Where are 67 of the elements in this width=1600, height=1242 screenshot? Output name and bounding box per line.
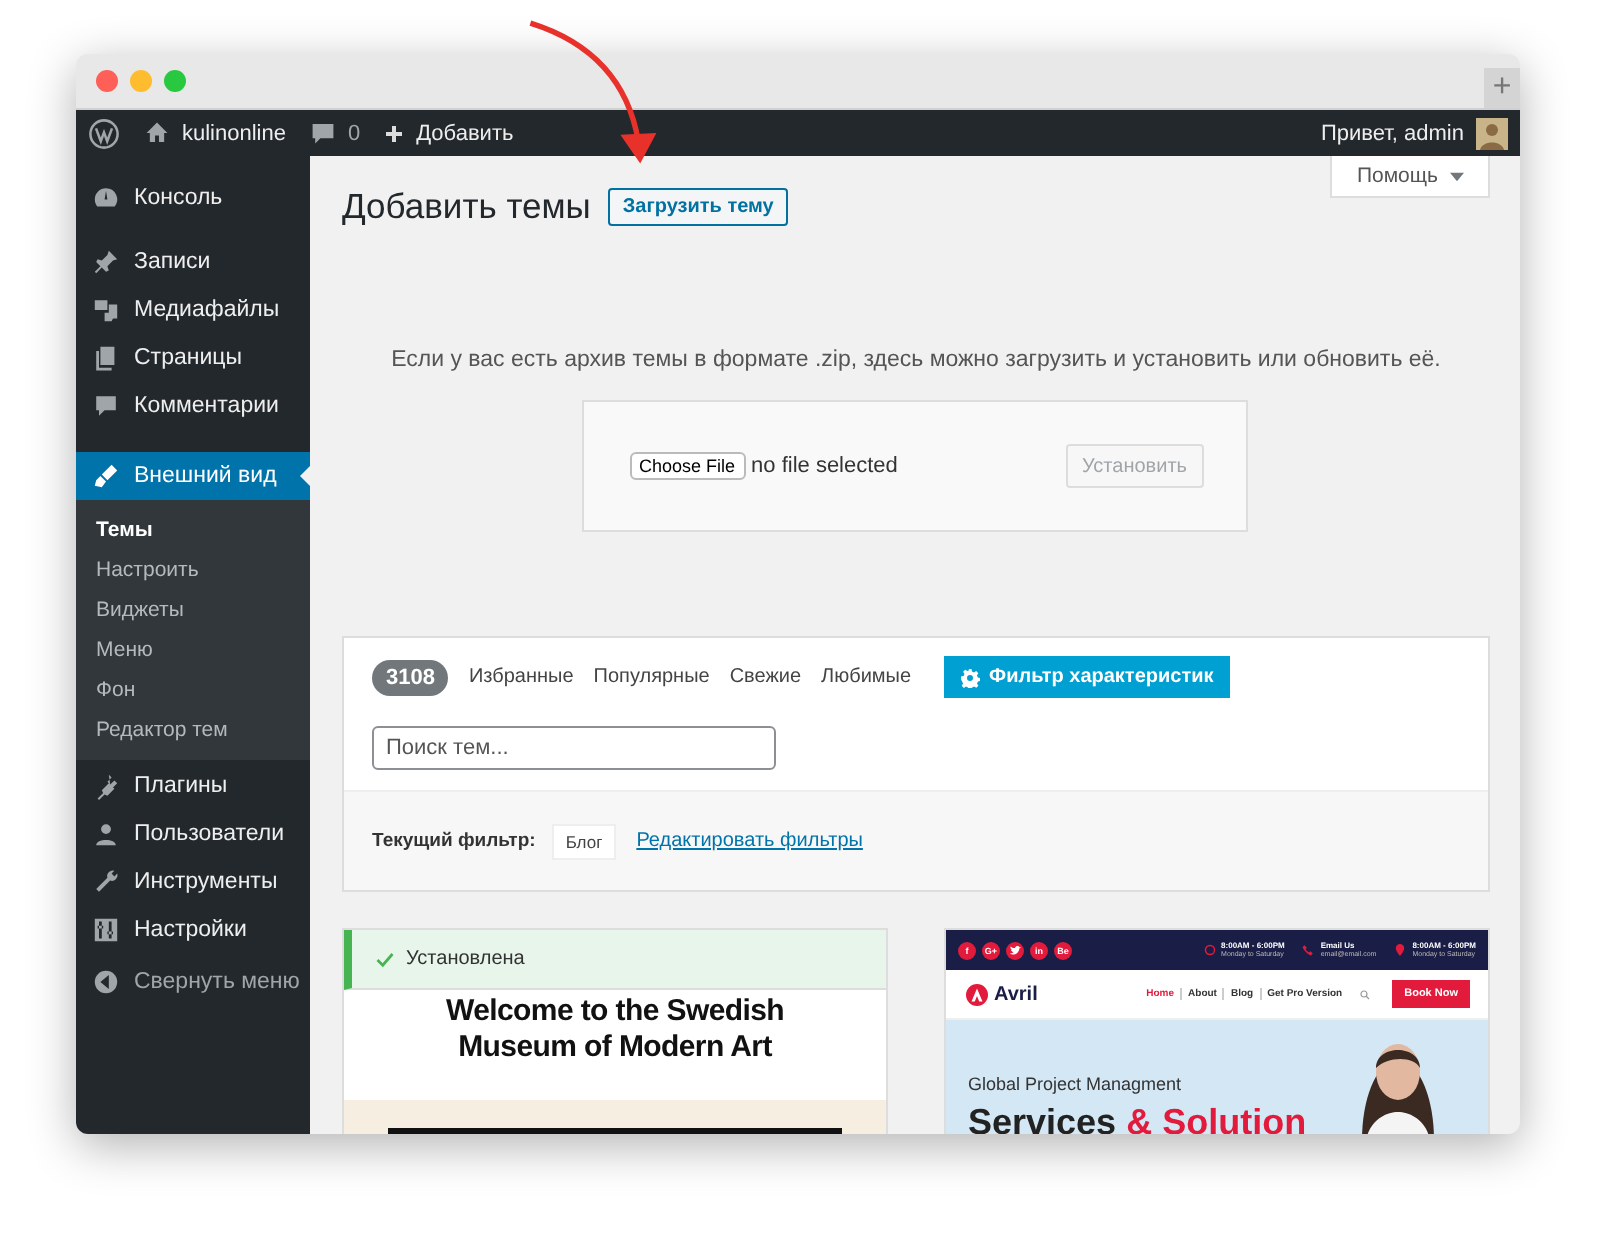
filter-tag: Блог <box>551 823 617 859</box>
submenu-item[interactable]: Виджеты <box>76 590 310 630</box>
choose-file-button[interactable]: Choose File <box>629 452 746 480</box>
theme-card[interactable]: Установлена Welcome to the Swedish Museum of Modern Art <box>342 928 888 1134</box>
menu-item[interactable]: Страницы <box>76 334 310 382</box>
clock-icon <box>1203 944 1216 956</box>
hero-title: Services & Solution <box>968 1104 1307 1134</box>
menu-item[interactable]: Внешний вид <box>76 452 310 500</box>
user-icon <box>92 820 120 848</box>
theme-logo: Avril <box>994 983 1038 1005</box>
logo-icon <box>966 983 988 1005</box>
filter-tab[interactable]: Свежие <box>719 656 812 698</box>
theme-count: 3108 <box>372 659 449 695</box>
pin-icon <box>1394 944 1407 956</box>
collapse-menu-button[interactable]: Свернуть меню <box>76 958 310 1006</box>
theme-heading: Welcome to the Swedish Museum of Modern Art <box>444 992 786 1068</box>
menu-item[interactable]: Записи <box>76 238 310 286</box>
installed-label: Установлена <box>406 948 525 970</box>
settings-icon <box>959 667 980 687</box>
search-field[interactable]: Поиск тем... <box>372 726 776 770</box>
submenu-item[interactable]: Меню <box>76 630 310 670</box>
caret-icon <box>1450 171 1464 181</box>
menu-item[interactable]: Настройки <box>76 906 310 954</box>
avatar-icon[interactable] <box>1476 117 1508 149</box>
pin-icon <box>92 248 120 276</box>
sliders-icon <box>92 916 120 944</box>
menu-item[interactable]: Медиафайлы <box>76 286 310 334</box>
menu-item[interactable]: Консоль <box>76 174 310 222</box>
submenu-item[interactable]: Фон <box>76 670 310 710</box>
page-title: Добавить темы <box>342 186 591 228</box>
filter-tab[interactable]: Избранные <box>458 656 584 698</box>
brush-icon <box>92 462 120 490</box>
new-link[interactable]: Добавить <box>416 121 514 145</box>
media-icon <box>92 296 120 324</box>
hero-kicker: Global Project Managment <box>968 1074 1184 1094</box>
wordpress-logo-icon[interactable] <box>88 117 120 149</box>
upload-theme-button[interactable]: Загрузить тему <box>608 188 788 226</box>
pages-icon <box>92 344 120 372</box>
edit-filters-link[interactable]: Редактировать фильтры <box>636 830 863 852</box>
filter-tab[interactable]: Любимые <box>811 656 922 698</box>
current-filter-label: Текущий фильтр: <box>372 830 536 852</box>
bird-icon <box>1006 941 1024 959</box>
home-icon[interactable] <box>144 120 170 146</box>
plus-icon[interactable] <box>384 123 405 143</box>
comment-icon[interactable] <box>309 120 336 146</box>
help-tab[interactable]: Помощь <box>1330 156 1490 198</box>
dashboard-icon <box>92 184 120 212</box>
checkmark-icon <box>376 951 394 967</box>
filter-tab[interactable]: Популярные <box>583 656 720 698</box>
collapse-icon <box>92 968 120 996</box>
plug-icon <box>92 772 120 800</box>
file-status: no file selected <box>751 454 898 478</box>
menu-item[interactable]: Инструменты <box>76 858 310 906</box>
submenu-item[interactable]: Темы <box>76 510 310 550</box>
menu-item[interactable]: Плагины <box>76 762 310 810</box>
menu-item[interactable]: Комментарии <box>76 382 310 430</box>
upload-hint: Если у вас есть архив темы в формате .zip, здесь можно загрузить и установить или обновить её. <box>389 348 1443 372</box>
comment-icon <box>92 392 120 420</box>
search-icon <box>1360 989 1371 999</box>
site-name-link[interactable]: kulinonline <box>182 121 286 145</box>
comment-count: 0 <box>347 121 361 145</box>
phone-icon <box>1302 944 1315 956</box>
submenu-item[interactable]: Настроить <box>76 550 310 590</box>
greeting-link[interactable]: Привет, admin <box>1320 121 1464 145</box>
wrench-icon <box>92 868 120 896</box>
menu-item[interactable]: Пользователи <box>76 810 310 858</box>
submenu-item[interactable]: Редактор тем <box>76 710 310 750</box>
